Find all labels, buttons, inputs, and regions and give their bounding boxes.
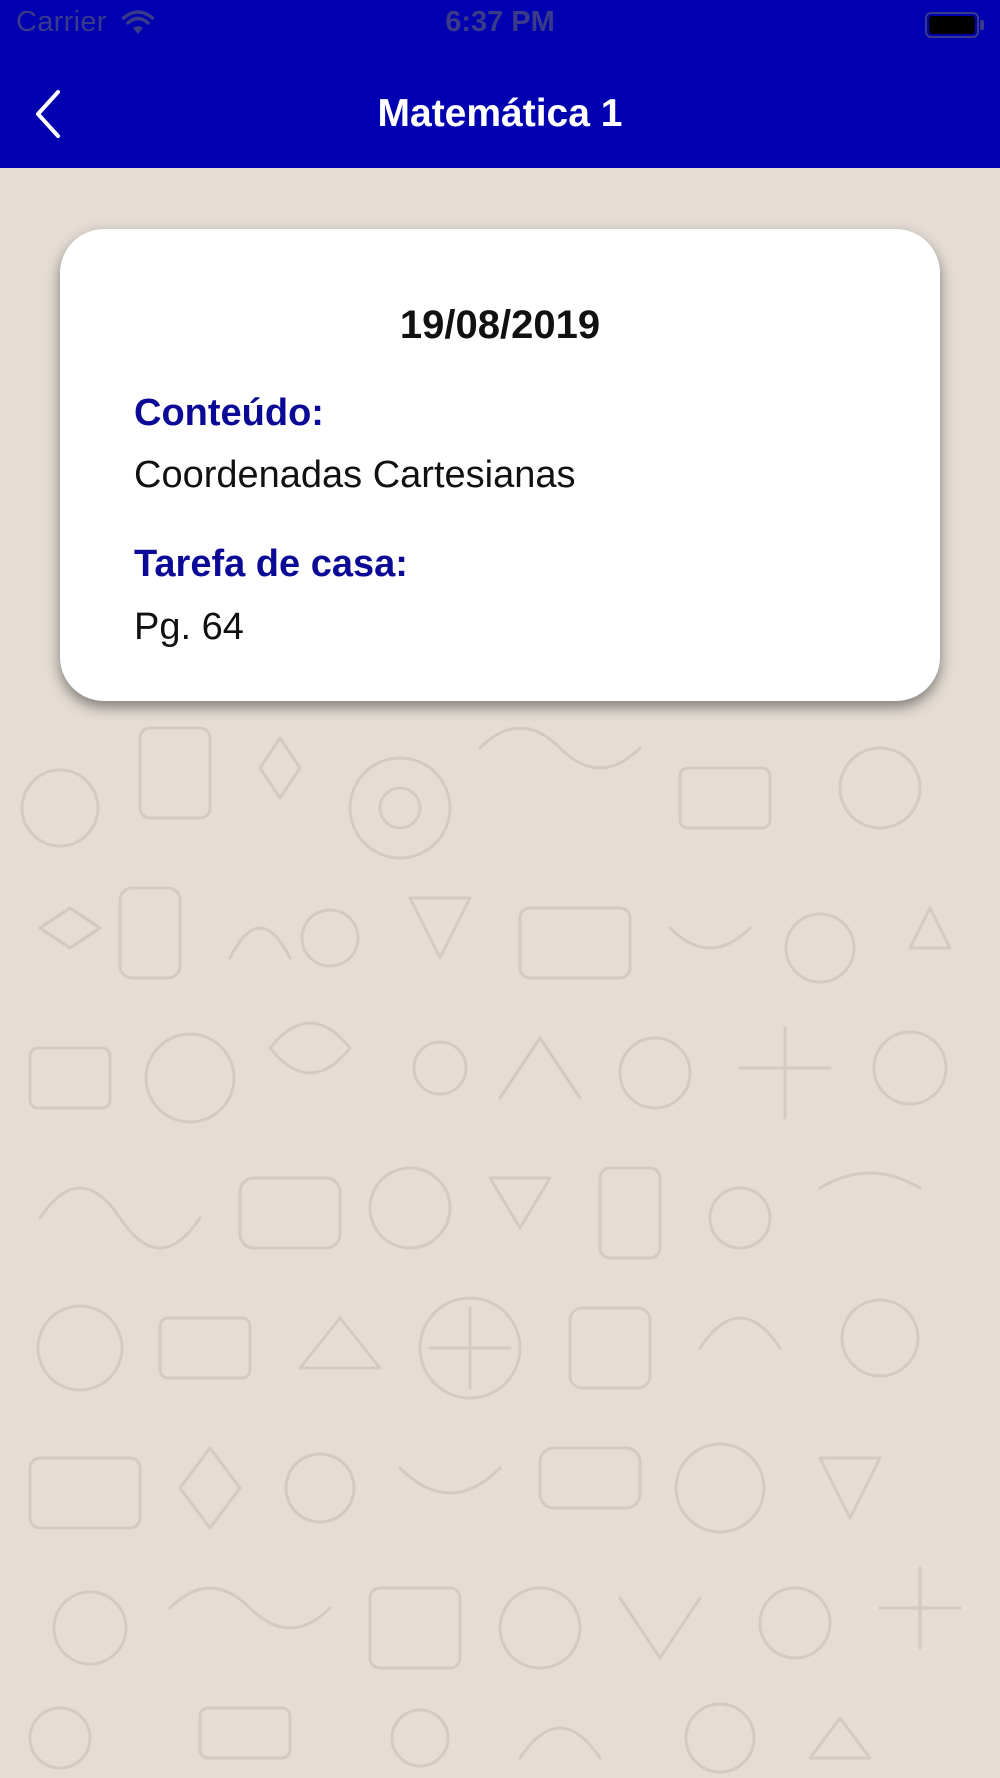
battery-icon: [925, 12, 984, 38]
content-value: Coordenadas Cartesianas: [134, 454, 576, 496]
status-time: 6:37 PM: [445, 6, 555, 38]
content-label: Conteúdo:: [134, 392, 324, 434]
navigation-bar: Matemática 1: [0, 60, 1000, 168]
lesson-card: 19/08/2019 Conteúdo: Coordenadas Cartesi…: [60, 229, 940, 701]
status-bar: Carrier 6:37 PM: [0, 0, 1000, 52]
homework-label: Tarefa de casa:: [134, 543, 408, 585]
page-title: Matemática 1: [377, 92, 623, 135]
homework-value: Pg. 64: [134, 606, 244, 648]
lesson-date: 19/08/2019: [399, 303, 601, 347]
top-bar: Carrier 6:37 PM Matemática 1: [0, 0, 1000, 168]
